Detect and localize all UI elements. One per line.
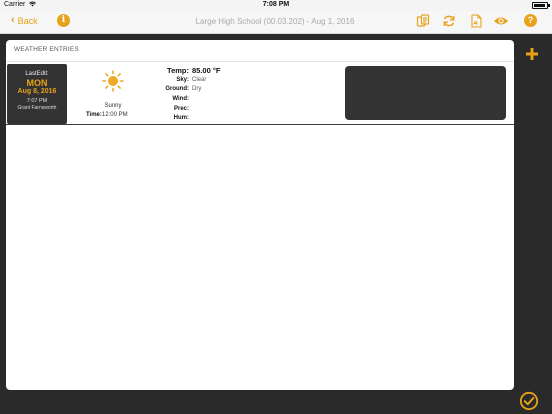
help-icon[interactable]: ?: [524, 14, 537, 27]
entry-date: Aug 8, 2016: [17, 88, 57, 95]
time-label: Time:: [86, 112, 102, 118]
field-hum: Hum:: [144, 113, 220, 123]
field-value: Dry: [192, 86, 202, 93]
field-wind: Wind:: [144, 94, 220, 104]
condition-label: Sunny: [104, 103, 122, 109]
field-key: Temp:: [167, 65, 189, 75]
field-prec: Prec:: [144, 104, 220, 114]
field-key: Hum:: [173, 115, 189, 122]
weather-entry-row[interactable]: LastEdit: MON Aug 8, 2016 7:07 PM Grant …: [6, 62, 514, 125]
weather-entries-panel: WEATHER ENTRIES LastEdit: MON Aug 8, 201…: [6, 40, 514, 390]
last-edit-block: LastEdit: MON Aug 8, 2016 7:07 PM Grant …: [7, 64, 67, 124]
last-edit-label: LastEdit:: [25, 71, 49, 77]
checkmark-icon[interactable]: [519, 391, 539, 411]
field-key: Ground:: [165, 86, 189, 93]
time-value: 12:00 PM: [101, 112, 128, 118]
field-sky: Sky: Clear: [144, 75, 220, 85]
status-time: 7:08 PM: [262, 1, 290, 8]
back-button[interactable]: ‹ Back: [11, 15, 38, 26]
field-key: Prec:: [173, 105, 189, 112]
info-icon[interactable]: i: [57, 14, 70, 27]
back-label: Back: [17, 15, 38, 26]
field-key: Sky:: [176, 76, 189, 83]
chevron-left-icon: ‹: [11, 14, 15, 26]
copy-icon[interactable]: [416, 14, 430, 28]
entry-day: MON: [26, 78, 48, 88]
nav-bar: ‹ Back i Large High School (00.03.202) -…: [0, 11, 552, 34]
status-bar: Carrier 7:08 PM: [0, 0, 552, 11]
notes-box[interactable]: [345, 66, 506, 120]
page-title: Large High School (00.03.202) - Aug 1, 2…: [195, 17, 355, 26]
entry-user: Grant Farnsworth: [17, 105, 57, 111]
battery-fill: [534, 4, 545, 7]
field-key: Wind:: [172, 95, 189, 102]
battery-icon: [532, 2, 550, 9]
panel-header: WEATHER ENTRIES: [6, 40, 514, 62]
refresh-icon[interactable]: [442, 14, 456, 28]
weather-fields: Temp: 85.00 °F Sky: Clear Ground: Dry Wi…: [144, 65, 220, 123]
entry-edit-time: 7:07 PM: [26, 98, 48, 104]
field-temp: Temp: 85.00 °F: [144, 65, 220, 75]
eye-icon[interactable]: [493, 14, 509, 28]
add-entry-icon[interactable]: [525, 47, 539, 61]
field-value: Clear: [192, 76, 207, 83]
pdf-icon[interactable]: [469, 14, 483, 28]
field-value: 85.00 °F: [192, 65, 221, 75]
field-ground: Ground: Dry: [144, 85, 220, 95]
observation-time: Time:12:00 PM: [86, 112, 128, 118]
sun-icon: [102, 70, 124, 92]
